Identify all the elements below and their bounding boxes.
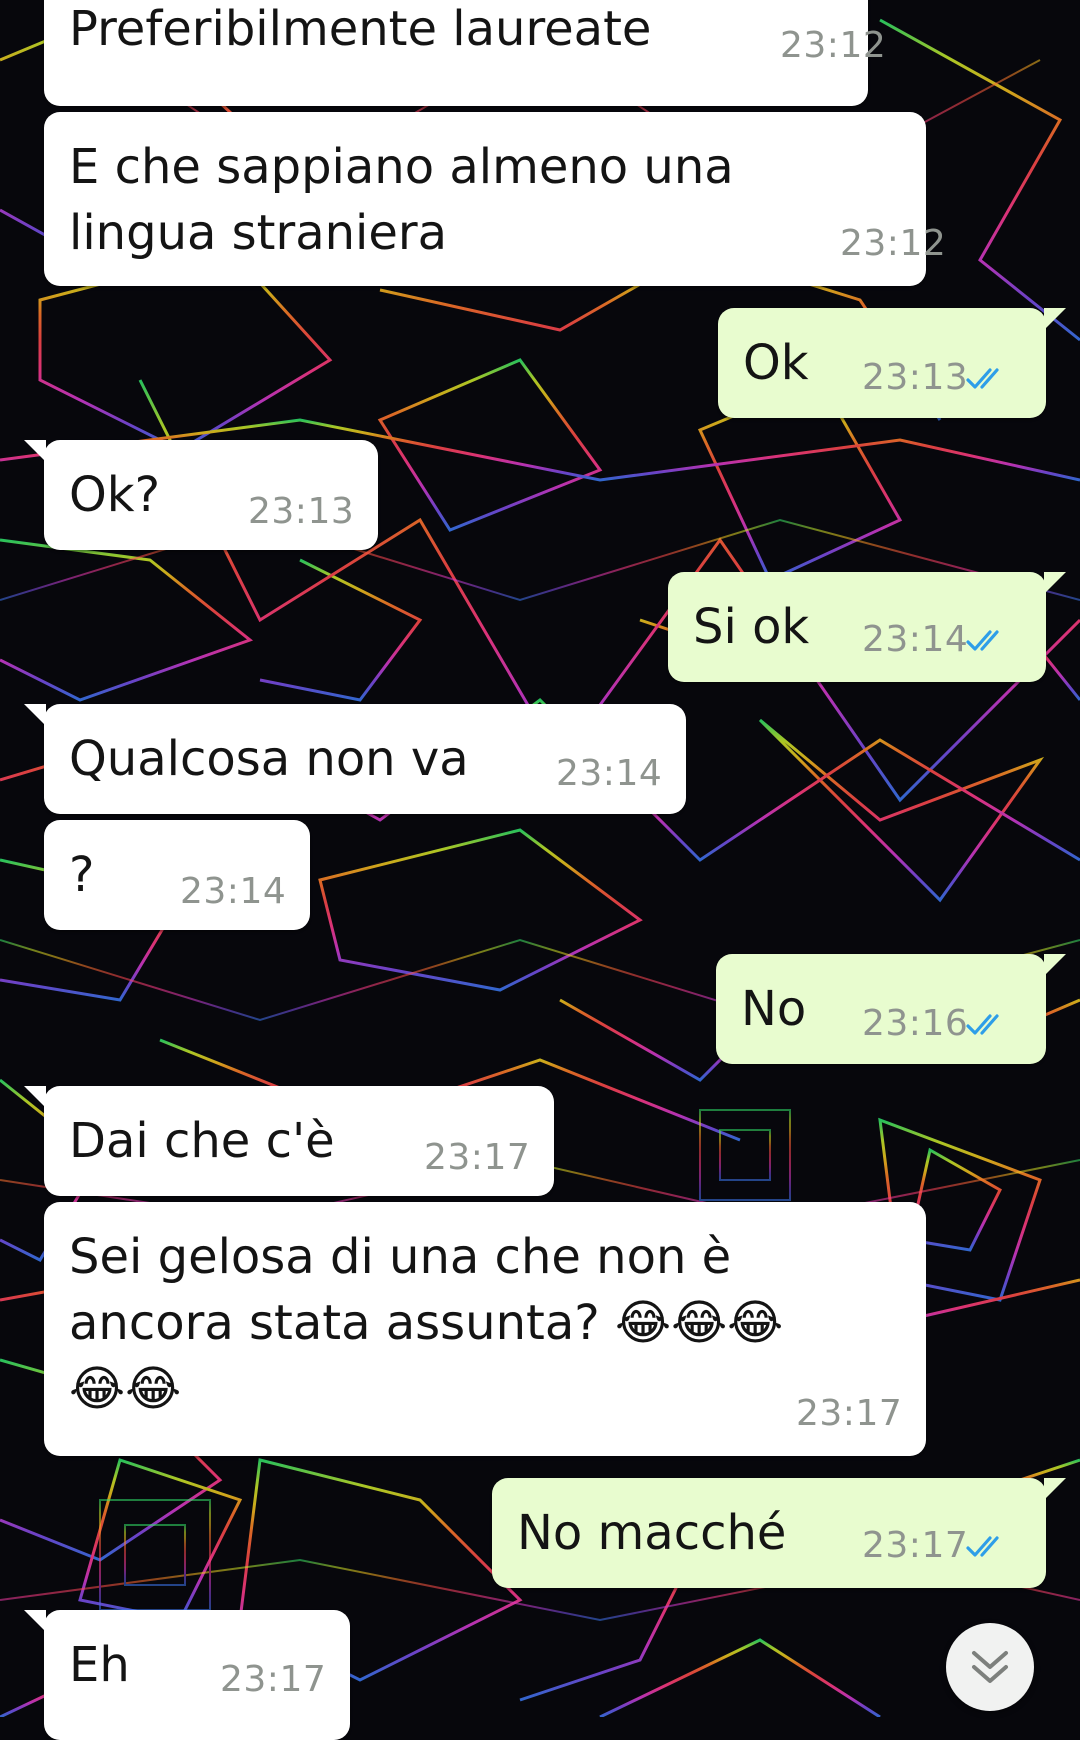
message-text: E che sappiano almeno una lingua stranie… — [69, 139, 734, 261]
chat-message-list[interactable]: Preferibilmente laureate 23:12 E che sappi… — [0, 0, 1080, 1740]
incoming-message-bubble[interactable]: Preferibilmente laureate 23:12 — [44, 0, 886, 106]
incoming-message-bubble[interactable]: Dai che c'è 23:17 — [24, 1086, 554, 1196]
message-timestamp: 23:13 — [862, 357, 969, 398]
message-text: No macché — [517, 1505, 787, 1561]
message-text: Ok — [743, 335, 809, 391]
double-check-icon — [966, 368, 999, 389]
bubble-tail — [24, 1610, 46, 1632]
bubble-tail — [24, 1086, 46, 1108]
message-timestamp: 23:17 — [220, 1659, 327, 1700]
bubble-tail — [1044, 954, 1066, 976]
double-check-icon — [966, 630, 999, 651]
message-timestamp: 23:12 — [840, 223, 947, 264]
message-text: ? — [69, 847, 95, 903]
message-timestamp: 23:14 — [556, 753, 663, 794]
outgoing-message-bubble[interactable]: Si ok 23:14 — [668, 572, 1066, 682]
message-text: Si ok — [693, 599, 810, 655]
double-chevron-down-icon — [972, 1651, 1008, 1683]
message-text: Preferibilmente laureate — [69, 1, 652, 57]
incoming-message-bubble[interactable]: Sei gelosa di una che non è ancora stata… — [44, 1202, 926, 1456]
message-text: Ok? — [69, 467, 161, 523]
incoming-message-bubble[interactable]: ? 23:14 — [44, 820, 310, 930]
message-timestamp: 23:13 — [248, 491, 355, 532]
message-text: Sei gelosa di una che non è ancora stata… — [69, 1229, 784, 1417]
scroll-down-button[interactable] — [946, 1623, 1034, 1711]
message-timestamp: 23:17 — [796, 1393, 903, 1434]
message-timestamp: 23:16 — [862, 1003, 969, 1044]
message-timestamp: 23:14 — [180, 871, 287, 912]
double-check-icon — [966, 1536, 999, 1557]
incoming-message-bubble[interactable]: Qualcosa non va 23:14 — [24, 704, 686, 814]
bubble-tail — [1044, 308, 1066, 330]
message-timestamp: 23:17 — [424, 1137, 531, 1178]
message-text: No — [741, 981, 807, 1037]
message-text: Eh — [69, 1637, 130, 1693]
message-timestamp: 23:14 — [862, 619, 969, 660]
message-timestamp: 23:12 — [780, 25, 887, 66]
incoming-message-bubble[interactable]: Eh 23:17 — [24, 1610, 350, 1740]
double-check-icon — [966, 1014, 999, 1035]
message-timestamp: 23:17 — [862, 1525, 969, 1566]
outgoing-message-bubble[interactable]: Ok 23:13 — [718, 308, 1066, 418]
bubble-tail — [24, 440, 46, 462]
message-text: Dai che c'è — [69, 1113, 335, 1169]
outgoing-message-bubble[interactable]: No macché 23:17 — [492, 1478, 1066, 1588]
bubble-tail — [1044, 572, 1066, 594]
outgoing-message-bubble[interactable]: No 23:16 — [716, 954, 1066, 1064]
incoming-message-bubble[interactable]: E che sappiano almeno una lingua stranie… — [44, 112, 946, 286]
bubble-tail — [24, 704, 46, 726]
message-text: Qualcosa non va — [69, 731, 469, 787]
bubble-tail — [1044, 1478, 1066, 1500]
incoming-message-bubble[interactable]: Ok? 23:13 — [24, 440, 378, 550]
